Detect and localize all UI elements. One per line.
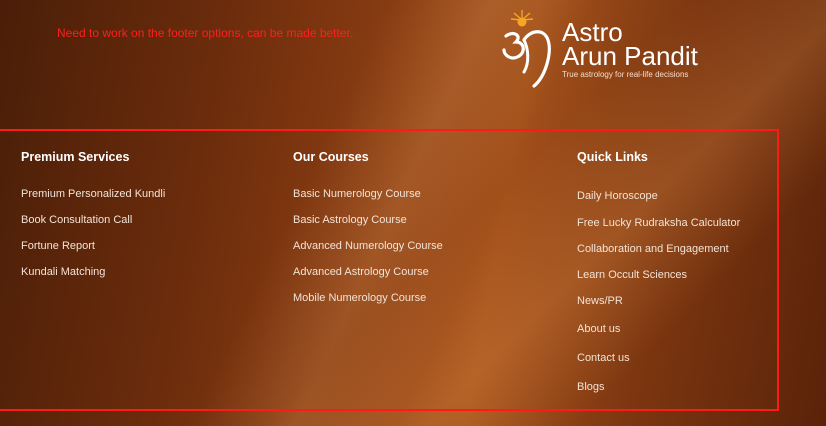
column-heading: Our Courses — [293, 150, 369, 164]
brand-name-line2: Arun Pandit — [562, 41, 698, 71]
footer-link[interactable]: News/PR — [577, 295, 623, 307]
footer-link[interactable]: Advanced Numerology Course — [293, 240, 443, 252]
review-note: Need to work on the footer options, can … — [57, 26, 354, 40]
footer-link[interactable]: Daily Horoscope — [577, 190, 658, 202]
footer-link[interactable]: Advanced Astrology Course — [293, 266, 429, 278]
footer-link[interactable]: Fortune Report — [21, 240, 95, 252]
footer-link[interactable]: Contact us — [577, 352, 630, 364]
column-heading: Premium Services — [21, 150, 130, 164]
brand-logo[interactable]: Astro Arun Pandit True astrology for rea… — [500, 6, 720, 90]
footer-link[interactable]: Mobile Numerology Course — [293, 292, 426, 304]
footer-link[interactable]: Basic Astrology Course — [293, 214, 407, 226]
footer-link[interactable]: Premium Personalized Kundli — [21, 188, 165, 200]
footer-link[interactable]: Blogs — [577, 381, 605, 393]
footer-column-premium-services: Premium Services Premium Personalized Ku… — [21, 150, 165, 278]
brand-name: Astro Arun Pandit — [562, 19, 698, 71]
footer-link[interactable]: Free Lucky Rudraksha Calculator — [577, 217, 740, 229]
brand-tagline: True astrology for real-life decisions — [562, 70, 689, 79]
footer-column-quick-links: Quick Links Daily Horoscope Free Lucky R… — [577, 150, 740, 393]
footer-link[interactable]: About us — [577, 323, 620, 335]
om-sun-logo-icon — [502, 10, 551, 88]
footer-link[interactable]: Book Consultation Call — [21, 214, 132, 226]
column-heading: Quick Links — [577, 150, 648, 164]
footer-link[interactable]: Collaboration and Engagement — [577, 243, 729, 255]
footer-link[interactable]: Basic Numerology Course — [293, 188, 421, 200]
footer-link[interactable]: Learn Occult Sciences — [577, 269, 687, 281]
footer-link[interactable]: Kundali Matching — [21, 266, 105, 278]
footer-column-our-courses: Our Courses Basic Numerology Course Basi… — [293, 150, 443, 304]
